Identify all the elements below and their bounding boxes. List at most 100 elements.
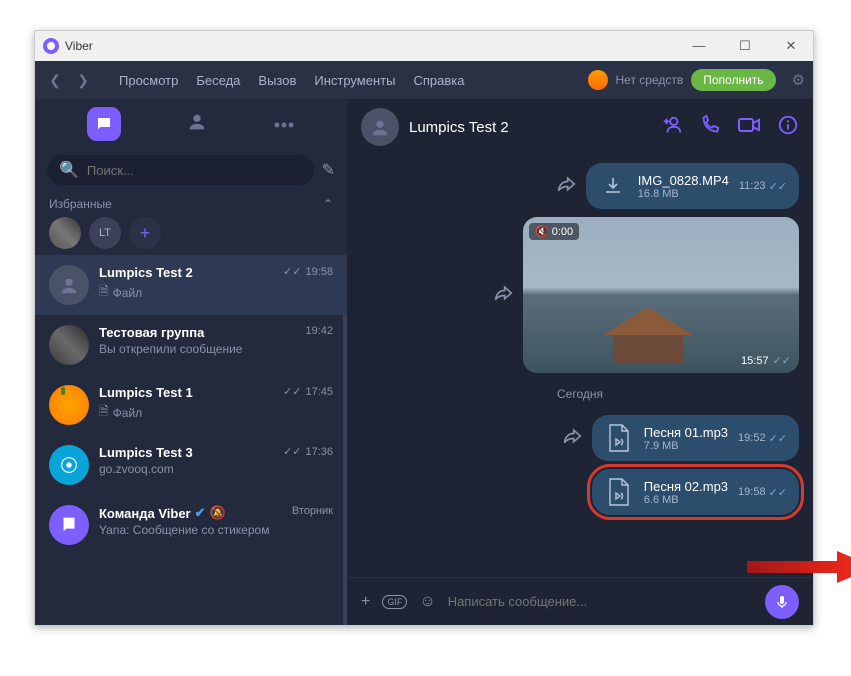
composer: + GIF ☺ xyxy=(347,577,813,625)
chat-time: 17:36 xyxy=(305,446,333,458)
attach-button[interactable]: + xyxy=(361,593,370,611)
chat-item[interactable]: Lumpics Test 2 🗎Файл ✓✓19:58 xyxy=(35,255,347,315)
menu-items: Просмотр Беседа Вызов Инструменты Справк… xyxy=(119,73,464,88)
file-icon: 🗎 xyxy=(99,282,109,303)
menubar: ❮ ❯ Просмотр Беседа Вызов Инструменты Сп… xyxy=(35,61,813,99)
msg-time: 19:58 xyxy=(738,486,766,498)
menu-view[interactable]: Просмотр xyxy=(119,73,178,88)
messages-area[interactable]: IMG_0828.MP4 16.8 MB 11:23✓✓ 🔇0:00 15:57… xyxy=(347,155,813,577)
sidebar: 🔍 ✎ Избранные ⌃ LT + xyxy=(35,99,347,625)
message-audio-highlighted[interactable]: Песня 02.mp3 6.6 MB 19:58✓✓ xyxy=(592,469,799,515)
menu-conversation[interactable]: Беседа xyxy=(196,73,240,88)
topup-button[interactable]: Пополнить xyxy=(691,69,775,91)
chat-item[interactable]: Команда Viber ✔ 🔕 Yana: Сообщение со сти… xyxy=(35,495,347,555)
read-check-icon: ✓✓ xyxy=(283,445,301,458)
balance-label: Нет средств xyxy=(616,73,684,87)
titlebar: Viber — ☐ ✕ xyxy=(35,31,813,61)
file-size: 7.9 MB xyxy=(644,440,728,452)
avatar xyxy=(49,385,89,425)
menu-help[interactable]: Справка xyxy=(413,73,464,88)
msg-time: 19:52 xyxy=(738,432,766,444)
mute-icon: 🔇 xyxy=(535,225,549,238)
close-button[interactable]: ✕ xyxy=(777,38,805,54)
chat-time: 19:42 xyxy=(305,325,333,337)
download-icon[interactable] xyxy=(598,171,628,201)
viber-logo-icon xyxy=(43,38,59,54)
chat-preview: Yana: Сообщение со стикером xyxy=(99,523,269,537)
message-input[interactable] xyxy=(448,594,753,609)
file-name: Песня 01.mp3 xyxy=(644,425,728,440)
search-icon: 🔍 xyxy=(59,160,79,180)
menu-tools[interactable]: Инструменты xyxy=(314,73,395,88)
voice-button[interactable] xyxy=(765,585,799,619)
nav-back-button[interactable]: ❮ xyxy=(43,68,67,92)
avatar xyxy=(49,445,89,485)
audio-file-icon xyxy=(604,477,634,507)
chat-header: Lumpics Test 2 xyxy=(347,99,813,155)
video-call-icon[interactable] xyxy=(737,114,761,141)
chat-preview: Вы открепили сообщение xyxy=(99,342,242,356)
settings-icon[interactable]: ⚙ xyxy=(792,71,805,89)
date-divider: Сегодня xyxy=(361,387,799,401)
chat-name: Команда Viber xyxy=(99,506,191,521)
file-icon: 🗎 xyxy=(99,402,109,423)
search-input[interactable] xyxy=(87,163,302,178)
menu-call[interactable]: Вызов xyxy=(258,73,296,88)
file-name: Песня 02.mp3 xyxy=(644,479,728,494)
file-size: 6.6 MB xyxy=(644,494,728,506)
favorites: Избранные ⌃ LT + xyxy=(35,191,347,255)
chat-item[interactable]: Lumpics Test 1 🗎Файл ✓✓17:45 xyxy=(35,375,347,435)
window-title: Viber xyxy=(65,39,93,53)
favorite-avatar-2[interactable]: LT xyxy=(89,217,121,249)
chat-title: Lumpics Test 2 xyxy=(409,119,509,136)
avatar xyxy=(49,325,89,365)
sidebar-tabs xyxy=(35,99,347,149)
verified-icon: ✔ xyxy=(195,505,206,521)
maximize-button[interactable]: ☐ xyxy=(731,38,759,54)
chat-preview: go.zvooq.com xyxy=(99,462,174,476)
message-file[interactable]: IMG_0828.MP4 16.8 MB 11:23✓✓ xyxy=(586,163,799,209)
favorite-add-button[interactable]: + xyxy=(129,217,161,249)
share-icon[interactable] xyxy=(562,427,582,450)
window-controls: — ☐ ✕ xyxy=(685,38,805,54)
favorites-collapse-icon[interactable]: ⌃ xyxy=(323,197,333,211)
muted-icon: 🔕 xyxy=(210,505,226,521)
read-status-icon: ✓✓ xyxy=(769,432,787,445)
chat-item[interactable]: Lumpics Test 3 go.zvooq.com ✓✓17:36 xyxy=(35,435,347,495)
share-icon[interactable] xyxy=(556,175,576,198)
search-row: 🔍 ✎ xyxy=(35,149,347,191)
sticker-button[interactable]: ☺ xyxy=(419,593,435,611)
chat-list[interactable]: Lumpics Test 2 🗎Файл ✓✓19:58 Тестовая гр… xyxy=(35,255,347,625)
gif-button[interactable]: GIF xyxy=(382,595,407,609)
tab-contacts[interactable] xyxy=(186,111,208,138)
read-status-icon: ✓✓ xyxy=(773,354,791,367)
tab-more[interactable] xyxy=(273,115,295,133)
add-contact-icon[interactable] xyxy=(661,114,683,141)
file-name: IMG_0828.MP4 xyxy=(638,173,729,188)
info-icon[interactable] xyxy=(777,114,799,141)
favorite-avatar-1[interactable] xyxy=(49,217,81,249)
message-video[interactable]: 🔇0:00 15:57 ✓✓ xyxy=(523,217,799,373)
chat-avatar[interactable] xyxy=(361,108,399,146)
read-check-icon: ✓✓ xyxy=(283,265,301,278)
chat-time: 19:58 xyxy=(305,266,333,278)
search-box[interactable]: 🔍 xyxy=(47,155,314,185)
chat-name: Тестовая группа xyxy=(99,325,333,340)
minimize-button[interactable]: — xyxy=(685,38,713,54)
audio-call-icon[interactable] xyxy=(699,114,721,141)
app-window: Viber — ☐ ✕ ❮ ❯ Просмотр Беседа Вызов Ин… xyxy=(34,30,814,626)
chat-time: Вторник xyxy=(292,505,333,517)
chat-preview: Файл xyxy=(113,286,143,300)
audio-file-icon xyxy=(604,423,634,453)
video-duration: 0:00 xyxy=(552,226,573,238)
chat-main: Lumpics Test 2 IMG_0828.MP4 1 xyxy=(347,99,813,625)
balance-area: Нет средств Пополнить ⚙ xyxy=(588,69,805,91)
chat-item[interactable]: Тестовая группа Вы открепили сообщение 1… xyxy=(35,315,347,375)
compose-button[interactable]: ✎ xyxy=(322,160,335,180)
nav-forward-button[interactable]: ❯ xyxy=(71,68,95,92)
share-icon[interactable] xyxy=(493,284,513,307)
chat-preview: Файл xyxy=(113,406,143,420)
message-audio[interactable]: Песня 01.mp3 7.9 MB 19:52✓✓ xyxy=(592,415,799,461)
tab-chats[interactable] xyxy=(87,107,121,141)
msg-time: 15:57 xyxy=(741,355,769,367)
